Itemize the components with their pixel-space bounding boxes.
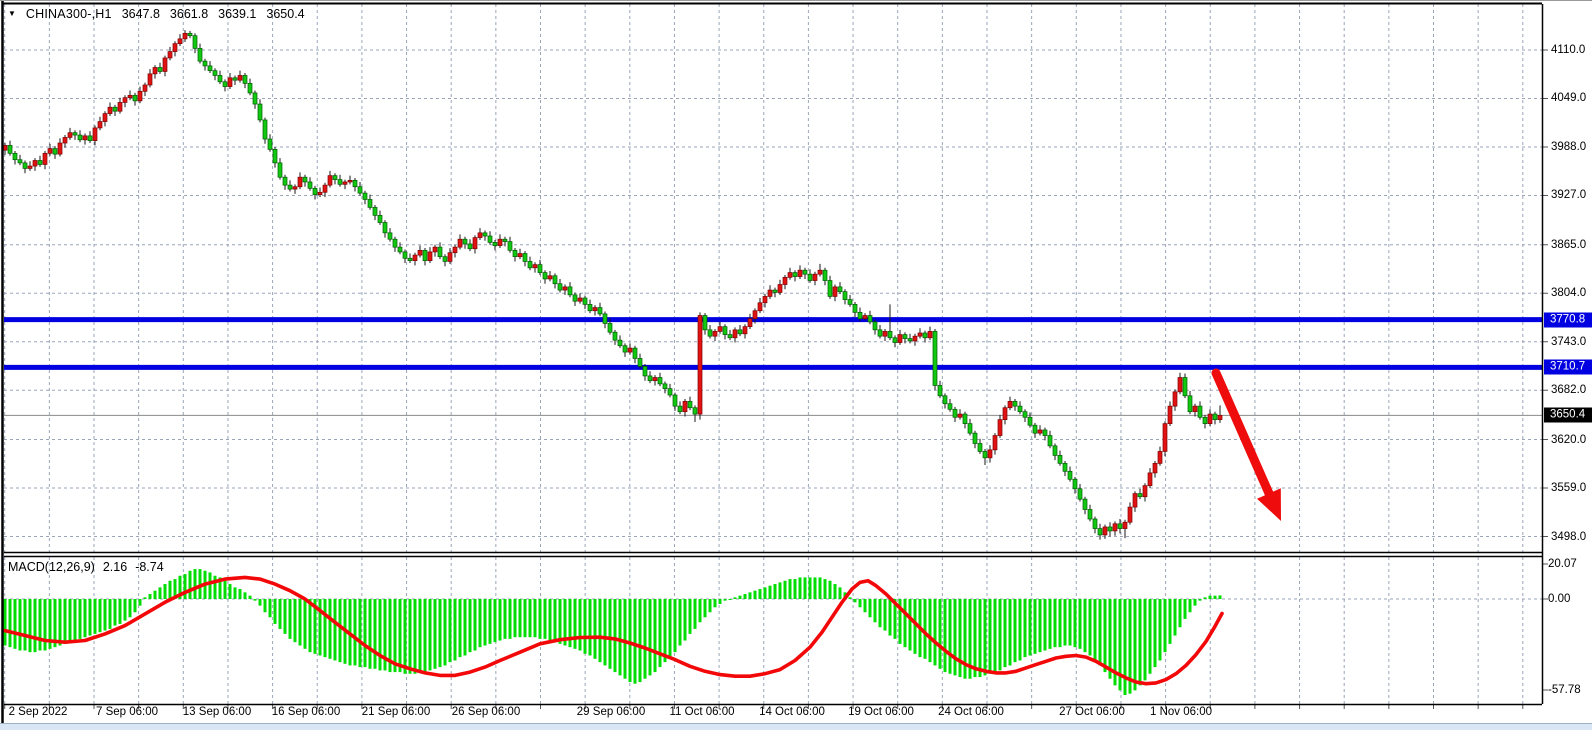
time-axis-label: 21 Sep 06:00: [362, 706, 430, 718]
symbol-dropdown-icon[interactable]: ▼: [8, 9, 16, 18]
price-axis-label: 3559.0: [1551, 482, 1586, 494]
level-price-badge-3710: 3710.7: [1544, 360, 1592, 375]
price-axis-label: 3927.0: [1551, 189, 1586, 201]
time-axis-label: 2 Sep 2022: [9, 706, 68, 718]
price-axis-label: 3498.0: [1551, 531, 1586, 543]
macd-axis-label: 0.00: [1548, 593, 1570, 605]
symbol-period-label: CHINA300-,H1: [26, 7, 112, 21]
ohlc-open: 3647.8: [122, 7, 160, 21]
price-axis-label: 4110.0: [1551, 44, 1585, 56]
ohlc-low: 3639.1: [218, 7, 256, 21]
chart-window: ▼ CHINA300-,H1 3647.8 3661.8 3639.1 3650…: [0, 0, 1592, 730]
ohlc-high: 3661.8: [170, 7, 208, 21]
time-axis-label: 29 Sep 06:00: [577, 706, 645, 718]
price-axis-label: 3682.0: [1551, 384, 1586, 396]
time-axis-label: 7 Sep 06:00: [96, 706, 158, 718]
macd-signal-value: -8.74: [135, 560, 164, 574]
macd-axis-label: 20.07: [1548, 558, 1577, 570]
macd-main-value: 2.16: [103, 560, 127, 574]
time-axis-label: 24 Oct 06:00: [938, 706, 1004, 718]
price-axis-label: 3804.0: [1551, 287, 1586, 299]
price-axis-label: 4049.0: [1551, 92, 1586, 104]
time-axis-label: 19 Oct 06:00: [848, 706, 914, 718]
chart-canvas[interactable]: [0, 0, 1592, 730]
level-price-badge-3770: 3770.8: [1544, 312, 1592, 327]
price-axis-label: 3988.0: [1551, 141, 1586, 153]
macd-indicator-label: MACD(12,26,9) 2.16 -8.74: [8, 560, 164, 574]
chart-header: ▼ CHINA300-,H1 3647.8 3661.8 3639.1 3650…: [8, 7, 305, 21]
time-axis-label: 1 Nov 06:00: [1150, 706, 1212, 718]
time-axis-label: 26 Sep 06:00: [452, 706, 520, 718]
down-trend-arrow[interactable]: [1216, 373, 1271, 498]
macd-axis-label: -57.78: [1548, 684, 1581, 696]
time-axis-label: 13 Sep 06:00: [183, 706, 251, 718]
ohlc-close: 3650.4: [266, 7, 304, 21]
time-axis-label: 14 Oct 06:00: [759, 706, 825, 718]
current-price-badge: 3650.4: [1544, 408, 1592, 423]
price-axis-label: 3743.0: [1551, 336, 1586, 348]
time-axis-label: 27 Oct 06:00: [1059, 706, 1125, 718]
price-axis-label: 3620.0: [1551, 434, 1586, 446]
time-axis-label: 11 Oct 06:00: [670, 706, 735, 718]
price-axis-label: 3865.0: [1551, 239, 1586, 251]
time-axis-label: 16 Sep 06:00: [272, 706, 340, 718]
window-bottom-strip: [0, 723, 1592, 730]
macd-name: MACD(12,26,9): [8, 560, 95, 574]
